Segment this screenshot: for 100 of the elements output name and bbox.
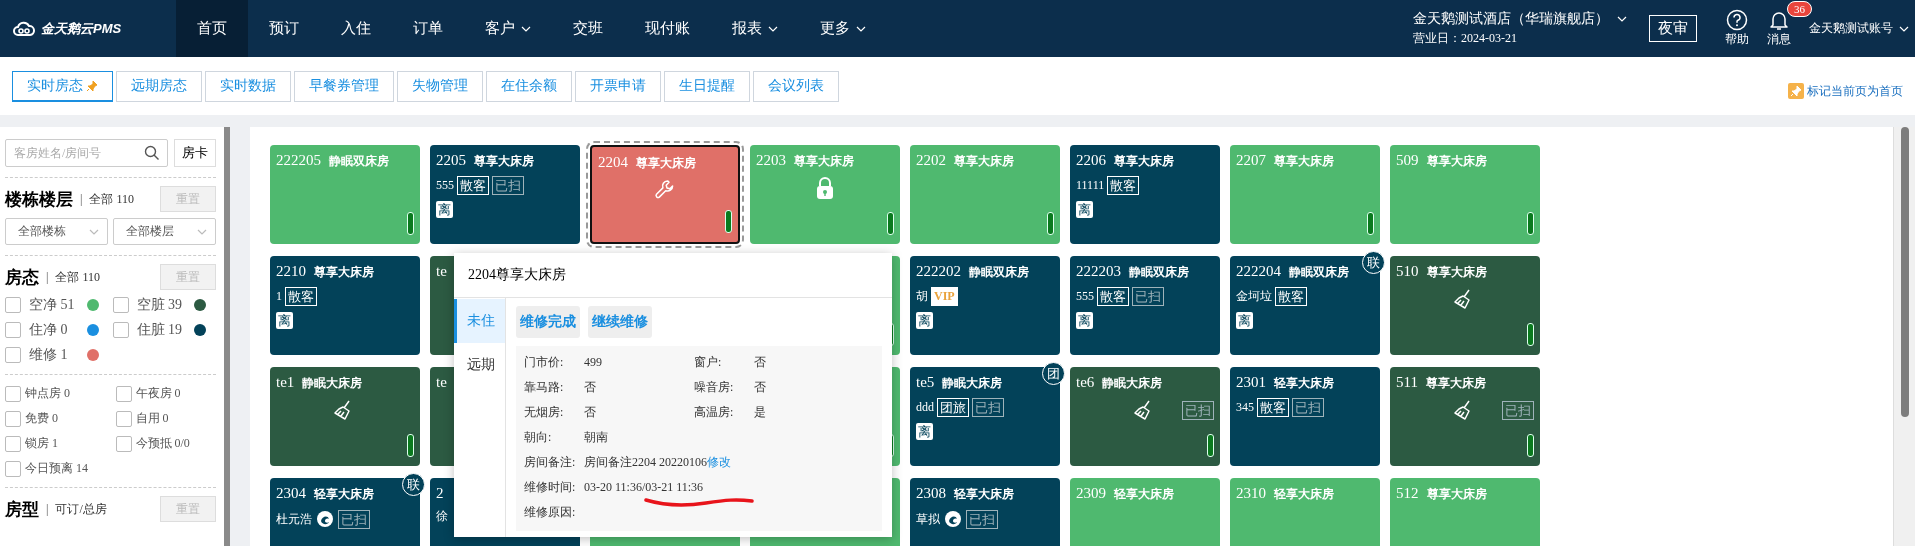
search-icon[interactable] bbox=[144, 145, 160, 161]
room-card[interactable]: 222203 静眠双床房 555 散客 已扫 离 bbox=[1070, 256, 1220, 355]
page-tab[interactable]: 远期房态 bbox=[116, 70, 202, 102]
detail-label: 高温房: bbox=[694, 404, 735, 421]
account-name[interactable]: 金天鹅测试账号 bbox=[1809, 20, 1893, 37]
hotel-name[interactable]: 金天鹅测试酒店（华瑞旗舰店） bbox=[1413, 10, 1609, 28]
section-title: 房型 bbox=[5, 498, 39, 521]
mark-as-home-link[interactable]: 标记当前页为首页 bbox=[1807, 82, 1903, 100]
nav-item[interactable]: 交班 bbox=[552, 0, 624, 57]
room-card[interactable]: te1 静眠大床房 bbox=[270, 367, 420, 466]
filter-label[interactable]: 钟点房 0 bbox=[25, 385, 70, 402]
checkbox[interactable] bbox=[5, 385, 21, 402]
filter-label[interactable]: 维修 1 bbox=[29, 346, 68, 364]
filter-label[interactable]: 午夜房 0 bbox=[135, 385, 181, 402]
room-type: 静眠双床房 bbox=[1289, 264, 1349, 281]
nav-item[interactable]: 客户 bbox=[464, 0, 552, 57]
cleaned-tag: 已扫 bbox=[1502, 400, 1534, 420]
filter-label[interactable]: 锁房 1 bbox=[25, 435, 58, 452]
detail-label: 维修时间: bbox=[524, 479, 577, 496]
help-label[interactable]: 帮助 bbox=[1725, 31, 1749, 48]
room-card[interactable]: 510 尊享大床房 bbox=[1390, 256, 1540, 355]
checkbox[interactable] bbox=[5, 347, 21, 363]
room-type: 尊享大床房 bbox=[1274, 153, 1334, 170]
room-number: 2304 bbox=[276, 485, 306, 502]
room-number: 2 bbox=[436, 485, 444, 502]
detail-value: 499 bbox=[584, 355, 602, 369]
page-tab[interactable]: 实时房态 bbox=[12, 70, 113, 102]
page-tab[interactable]: 会议列表 bbox=[753, 70, 839, 102]
cleaned-tag: 已扫 bbox=[972, 398, 1004, 417]
section-title: 房态 bbox=[5, 266, 39, 289]
detail-label: 朝向: bbox=[524, 429, 553, 446]
page-tab[interactable]: 在住余额 bbox=[486, 70, 572, 102]
filter-label[interactable]: 今日预离 14 bbox=[25, 460, 88, 477]
checkbox[interactable] bbox=[115, 385, 132, 402]
detail-value: 03-20 11:36/03-21 11:36 bbox=[584, 480, 704, 494]
page-tab[interactable]: 实时数据 bbox=[205, 70, 291, 102]
detail-value: 否 bbox=[754, 380, 766, 394]
room-number: 222202 bbox=[916, 263, 961, 280]
filter-label[interactable]: 免费 0 bbox=[25, 410, 58, 427]
page-tab[interactable]: 生日提醒 bbox=[664, 70, 750, 102]
filter-label[interactable]: 今预抵 0/0 bbox=[135, 435, 190, 452]
departure-badge: 离 bbox=[1076, 312, 1093, 329]
checkbox[interactable] bbox=[5, 297, 21, 313]
room-card[interactable]: 222202 静眠双床房 胡 VIP 离 bbox=[910, 256, 1060, 355]
checkbox[interactable] bbox=[112, 297, 129, 313]
cloud-logo-icon bbox=[12, 20, 36, 37]
nav-item[interactable]: 订单 bbox=[392, 0, 464, 57]
filter-label[interactable]: 空净 51 bbox=[29, 296, 75, 314]
nav-item[interactable]: 入住 bbox=[320, 0, 392, 57]
room-number: 222204 bbox=[1236, 263, 1281, 280]
page-tab[interactable]: 失物管理 bbox=[397, 70, 483, 102]
room-card-button[interactable]: 房卡 bbox=[174, 139, 216, 167]
section-count: 全部 110 bbox=[55, 268, 100, 286]
page-tab[interactable]: 早餐券管理 bbox=[294, 70, 394, 102]
night-audit-button[interactable]: 夜审 bbox=[1649, 15, 1697, 42]
guest-source-tag: 散客 bbox=[1275, 287, 1307, 306]
filter-label[interactable]: 空脏 39 bbox=[136, 296, 182, 314]
room-card[interactable]: 511 尊享大床房 已扫 bbox=[1390, 367, 1540, 466]
room-type: 尊享大床房 bbox=[314, 264, 374, 281]
checkbox[interactable] bbox=[112, 322, 129, 338]
room-card[interactable]: te6 静眠大床房 已扫 bbox=[1070, 367, 1220, 466]
nav-item[interactable]: 首页 bbox=[176, 0, 248, 57]
pin-icon[interactable] bbox=[1788, 83, 1804, 99]
checkbox[interactable] bbox=[115, 410, 132, 427]
departure-badge: 离 bbox=[276, 312, 293, 329]
room-card[interactable]: 2210 尊享大床房 1 散客 离 bbox=[270, 256, 420, 355]
bell-icon[interactable] bbox=[1768, 9, 1790, 31]
room-type: 轻享大床房 bbox=[1114, 486, 1174, 503]
nav-item[interactable]: 报表 bbox=[711, 0, 799, 57]
room-number: 2207 bbox=[1236, 152, 1266, 169]
checkbox[interactable] bbox=[5, 460, 21, 477]
dropdown-select[interactable]: 全部楼层 bbox=[113, 218, 216, 245]
guest-source-tag: 散客 bbox=[1097, 287, 1129, 306]
search-field[interactable]: 客房姓名/房间号 bbox=[5, 139, 168, 167]
dropdown-select[interactable]: 全部楼栋 bbox=[5, 218, 108, 245]
page-tab[interactable]: 开票申请 bbox=[575, 70, 661, 102]
room-card[interactable]: 2205 尊享大床房 555 散客 已扫 离 bbox=[430, 145, 580, 244]
checkbox[interactable] bbox=[5, 435, 21, 452]
messages-label[interactable]: 消息 bbox=[1767, 31, 1791, 48]
nav-item[interactable]: 更多 bbox=[799, 0, 887, 57]
checkbox[interactable] bbox=[5, 410, 21, 427]
room-card[interactable]: 2308 轻享大床房 草拟 已扫 bbox=[910, 478, 1060, 546]
checkbox[interactable] bbox=[5, 322, 21, 338]
filter-label[interactable]: 住脏 19 bbox=[136, 321, 182, 339]
room-card[interactable]: 2301 轻享大床房 345 散客 已扫 bbox=[1230, 367, 1380, 466]
filter-label[interactable]: 住净 0 bbox=[29, 321, 68, 339]
room-number: 2202 bbox=[916, 152, 946, 169]
checkbox[interactable] bbox=[115, 435, 132, 452]
guest-source-tag: 散客 bbox=[457, 176, 489, 195]
nav-item[interactable]: 预订 bbox=[248, 0, 320, 57]
room-number: 2309 bbox=[1076, 485, 1106, 502]
room-card[interactable]: 2206 尊享大床房 11111 散客 离 bbox=[1070, 145, 1220, 244]
departure-badge: 离 bbox=[916, 423, 933, 440]
detail-label: 靠马路: bbox=[524, 379, 565, 396]
nav-item[interactable]: 现付账 bbox=[624, 0, 711, 57]
help-icon[interactable] bbox=[1726, 9, 1748, 31]
room-type: 静眠双床房 bbox=[969, 264, 1029, 281]
filter-label[interactable]: 自用 0 bbox=[135, 410, 169, 427]
departure-badge: 离 bbox=[1076, 201, 1093, 218]
guest-name: 徐 bbox=[436, 508, 448, 525]
